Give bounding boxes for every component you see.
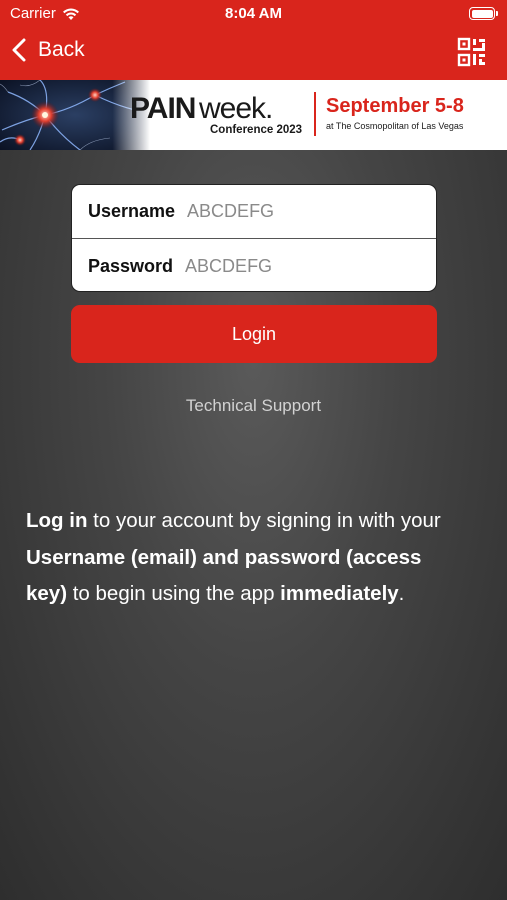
chevron-left-icon [12,38,26,62]
instructions-bold-3: immediately [280,582,399,605]
conference-venue: at The Cosmopolitan of Las Vegas [326,121,464,131]
password-row: Password [72,239,436,291]
header-bar: Carrier 8:04 AM Back [0,0,507,80]
logo-conference-text: Conference 2023 [210,124,303,136]
username-row: Username [72,185,436,239]
login-button[interactable]: Login [71,305,437,363]
password-input[interactable] [185,255,406,277]
qr-code-icon[interactable] [457,37,487,67]
battery-icon [469,7,498,20]
status-bar: Carrier 8:04 AM [0,0,507,28]
username-label: Username [88,201,176,221]
instructions-text-1: to your account by signing in with your [87,509,441,532]
neuron-image [0,80,150,150]
banner-divider [314,92,316,136]
login-instructions: Log in to your account by signing in wit… [26,503,466,613]
instructions-text-2: to begin using the app [67,582,281,605]
conference-dates: September 5-8 [326,95,464,117]
password-label: Password [88,255,174,276]
back-button[interactable]: Back [12,38,85,62]
status-time: 8:04 AM [225,5,282,22]
logo-week-text: week. [199,92,273,125]
username-input[interactable] [187,201,408,222]
instructions-text-3: . [398,582,405,605]
instructions-bold-1: Log in [26,509,88,532]
login-form: Username Password [71,184,437,292]
nav-bar: Back [0,30,507,78]
back-label: Back [38,38,85,61]
technical-support-link[interactable]: Technical Support [0,396,507,416]
logo-pain-text: PAIN [130,92,196,125]
